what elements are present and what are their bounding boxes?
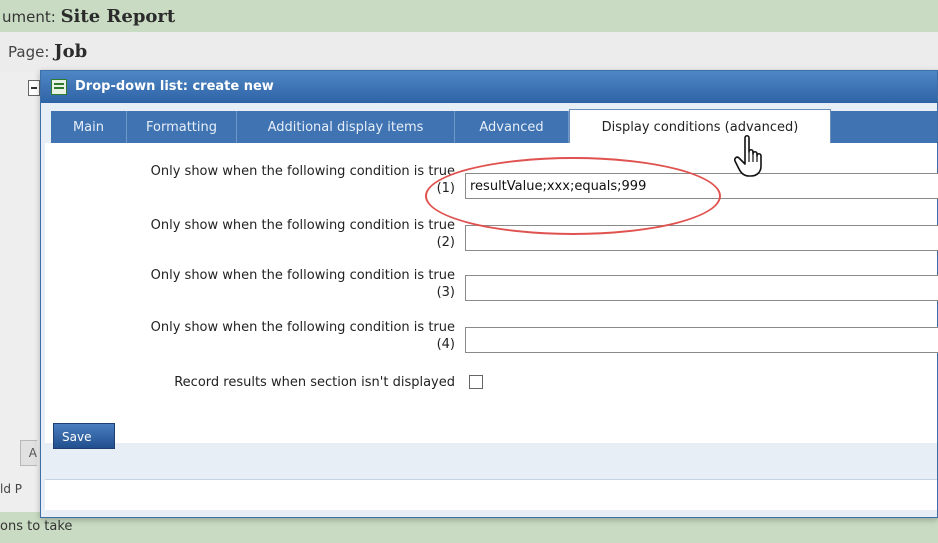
page-title: Page: Job <box>8 41 87 62</box>
condition-1-text: Only show when the following condition i… <box>150 164 455 179</box>
save-button[interactable]: Save <box>53 423 115 449</box>
page-header <box>0 32 938 72</box>
tab-display-conditions[interactable]: Display conditions (advanced) <box>569 109 831 143</box>
tab-content: Only show when the following condition i… <box>45 143 938 449</box>
dialog-titlebar[interactable]: Drop-down list: create new <box>41 71 937 103</box>
document-name: Site Report <box>60 6 176 27</box>
condition-3-text: Only show when the following condition i… <box>150 268 455 283</box>
tab-formatting[interactable]: Formatting <box>127 111 237 143</box>
condition-1-input[interactable] <box>465 173 938 199</box>
record-results-label: Record results when section isn't displa… <box>174 375 455 390</box>
condition-2-number: (2) <box>436 235 455 250</box>
collapse-toggle-icon[interactable] <box>28 80 40 96</box>
background-actions-label: ons to take <box>0 519 73 534</box>
create-dropdown-dialog: Drop-down list: create new Main Formatti… <box>40 70 938 518</box>
condition-2-label: Only show when the following condition i… <box>55 217 455 251</box>
hand-pointer-icon <box>734 134 762 177</box>
background-button[interactable]: A <box>20 440 37 466</box>
condition-4-label: Only show when the following condition i… <box>55 319 455 353</box>
tab-main[interactable]: Main <box>51 111 127 143</box>
tab-additional-display-items[interactable]: Additional display items <box>237 111 455 143</box>
condition-4-number: (4) <box>436 337 455 352</box>
condition-2-input[interactable] <box>465 225 938 251</box>
condition-2-text: Only show when the following condition i… <box>150 218 455 233</box>
page-name: Job <box>54 41 88 62</box>
tab-advanced[interactable]: Advanced <box>455 111 569 143</box>
list-form-icon <box>51 79 67 95</box>
condition-1-label: Only show when the following condition i… <box>55 163 455 197</box>
background-add-label: ld P <box>0 482 23 496</box>
document-title: ument: Site Report <box>2 6 175 27</box>
dialog-title: Drop-down list: create new <box>75 79 274 94</box>
condition-4-input[interactable] <box>465 327 938 353</box>
dialog-tabs: Main Formatting Additional display items… <box>51 109 937 143</box>
page-prefix: Page: <box>8 43 55 61</box>
condition-3-label: Only show when the following condition i… <box>55 267 455 301</box>
condition-3-number: (3) <box>436 285 455 300</box>
dialog-footer <box>45 479 937 510</box>
document-prefix: ument: <box>2 8 61 26</box>
condition-1-number: (1) <box>436 181 455 196</box>
condition-4-text: Only show when the following condition i… <box>150 320 455 335</box>
condition-3-input[interactable] <box>465 275 938 301</box>
record-results-checkbox[interactable] <box>469 375 483 389</box>
